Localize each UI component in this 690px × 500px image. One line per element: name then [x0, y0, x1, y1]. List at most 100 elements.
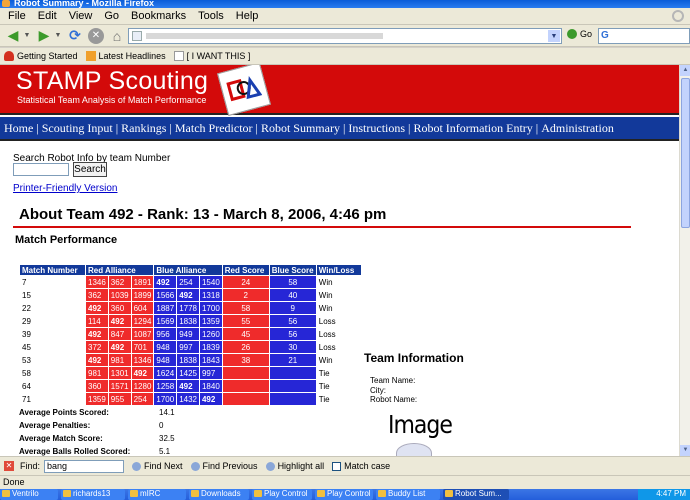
match-row: 45 372 492 701 948 997 1839 26 30 Loss — [19, 340, 362, 354]
menu-bookmarks[interactable]: Bookmarks — [125, 8, 192, 25]
red-score-cell: 26 — [221, 340, 270, 354]
nav-rankings[interactable]: Rankings — [121, 121, 166, 136]
red-team-cell: 492 — [85, 353, 109, 367]
back-arrow-icon[interactable]: ◀ — [3, 27, 23, 45]
red-team-cell: 1294 — [130, 314, 155, 328]
team-number-input[interactable] — [13, 163, 69, 176]
site-banner: STAMP Scouting Statistical Team Analysis… — [0, 65, 679, 116]
blue-team-cell: 1432 — [176, 392, 200, 406]
red-team-cell: 1039 — [107, 288, 132, 302]
nav-robot-summary[interactable]: Robot Summary — [261, 121, 340, 136]
team-information-fields: Team Name: City: Robot Name: — [370, 376, 417, 405]
stat-row: Average Match Score: 32.5 — [19, 432, 175, 445]
url-bar[interactable]: ▼ — [128, 28, 562, 44]
menu-view[interactable]: View — [63, 8, 99, 25]
firefox-icon — [2, 0, 10, 7]
red-team-cell: 254 — [130, 392, 155, 406]
search-button[interactable]: Search — [73, 162, 107, 177]
stat-label: Average Penalties: — [19, 421, 91, 430]
taskbar-item[interactable]: Ventrilo — [0, 489, 58, 500]
taskbar-item[interactable]: mIRC — [128, 489, 186, 500]
nav-home[interactable]: Home — [4, 121, 33, 136]
red-team-cell: 492 — [85, 301, 109, 315]
find-previous-label: Find Previous — [202, 461, 258, 471]
highlight-all-button[interactable]: Highlight all — [265, 461, 324, 471]
stat-value: 14.1 — [159, 408, 175, 417]
win-loss-cell: Win — [315, 301, 362, 315]
blue-team-cell: 1258 — [153, 379, 178, 393]
stop-icon[interactable]: ✕ — [88, 27, 104, 44]
col-match-number: Match Number — [19, 264, 86, 276]
red-team-cell: 492 — [130, 366, 155, 380]
match-number-cell: 53 — [19, 353, 86, 367]
taskbar-item[interactable]: Play Control — [252, 489, 312, 500]
page-icon — [132, 31, 142, 41]
stat-value: 0 — [159, 421, 164, 430]
blue-score-cell: 40 — [268, 288, 317, 302]
scroll-up-arrow-icon[interactable]: ▲ — [680, 65, 690, 76]
printer-friendly-link[interactable]: Printer-Friendly Version — [13, 183, 117, 194]
back-history-dropdown-icon[interactable]: ▼ — [23, 27, 31, 45]
win-loss-cell: Tie — [315, 392, 362, 406]
menu-tools[interactable]: Tools — [192, 8, 230, 25]
close-find-bar-icon[interactable]: ✕ — [4, 461, 14, 471]
menu-go[interactable]: Go — [98, 8, 125, 25]
menu-help[interactable]: Help — [230, 8, 265, 25]
checkbox-icon — [332, 461, 342, 471]
blue-team-cell: 1624 — [153, 366, 178, 380]
robot-image-placeholder: Image — [388, 411, 453, 440]
home-icon[interactable]: ⌂ — [107, 27, 127, 45]
find-input[interactable]: bang — [44, 459, 125, 473]
forward-arrow-icon[interactable]: ▶ — [34, 27, 54, 45]
find-label: Find: — [20, 461, 41, 471]
red-team-cell: 1899 — [130, 288, 155, 302]
match-case-checkbox[interactable]: Match case — [332, 461, 390, 471]
bookmark-label: Latest Headlines — [98, 51, 166, 61]
menu-file[interactable]: File — [2, 8, 32, 25]
stat-value: 32.5 — [159, 434, 175, 443]
find-previous-button[interactable]: Find Previous — [190, 461, 258, 471]
red-team-cell: 362 — [107, 275, 132, 289]
blue-team-cell: 997 — [176, 340, 200, 354]
bookmark-i-want-this[interactable]: [ I WANT THIS ] — [173, 51, 250, 61]
match-table: Match Number Red Alliance Blue Alliance … — [19, 264, 362, 406]
taskbar-item[interactable]: Play Control — [315, 489, 373, 500]
bookmark-icon — [4, 51, 14, 61]
blue-team-cell: 1778 — [176, 301, 200, 315]
taskbar-item[interactable]: richards13 — [61, 489, 125, 500]
scroll-down-arrow-icon[interactable]: ▼ — [680, 445, 690, 456]
vertical-scrollbar[interactable]: ▲ ▼ — [679, 65, 690, 456]
taskbar-item[interactable]: Downloads — [189, 489, 249, 500]
navigation-toolbar: ◀ ▼ ▶ ▼ ⟳ ✕ ⌂ ▼ Go G — [0, 25, 690, 47]
web-search-input[interactable]: G — [598, 28, 690, 44]
blue-score-cell: 9 — [268, 301, 317, 315]
highlight-icon — [265, 461, 275, 471]
nav-administration[interactable]: Administration — [541, 121, 614, 136]
url-dropdown-icon[interactable]: ▼ — [548, 30, 560, 42]
menu-edit[interactable]: Edit — [32, 8, 63, 25]
nav-match-predictor[interactable]: Match Predictor — [175, 121, 253, 136]
blue-team-cell: 1843 — [198, 353, 223, 367]
col-red-score: Red Score — [221, 264, 270, 276]
scrollbar-thumb[interactable] — [681, 78, 690, 228]
status-bar: Done — [0, 475, 690, 489]
red-team-cell: 701 — [130, 340, 155, 354]
taskbar-item[interactable]: Buddy List — [376, 489, 440, 500]
nav-robot-information-entry[interactable]: Robot Information Entry — [413, 121, 532, 136]
find-next-button[interactable]: Find Next — [132, 461, 183, 471]
red-team-cell: 1280 — [130, 379, 155, 393]
col-red-alliance: Red Alliance — [84, 264, 155, 276]
status-text: Done — [3, 477, 25, 487]
bookmark-getting-started[interactable]: Getting Started — [4, 51, 78, 61]
stat-label: Average Points Scored: — [19, 408, 109, 417]
match-number-cell: 29 — [19, 314, 86, 328]
nav-scouting-input[interactable]: Scouting Input — [42, 121, 113, 136]
reload-icon[interactable]: ⟳ — [65, 27, 85, 45]
nav-instructions[interactable]: Instructions — [348, 121, 405, 136]
bookmark-latest-headlines[interactable]: Latest Headlines — [85, 51, 166, 61]
forward-history-dropdown-icon[interactable]: ▼ — [54, 27, 62, 45]
go-button[interactable]: Go — [567, 29, 592, 39]
blue-team-cell: 1700 — [153, 392, 178, 406]
blue-team-cell: 492 — [176, 379, 200, 393]
taskbar-item-active[interactable]: Robot Sum... — [443, 489, 509, 500]
